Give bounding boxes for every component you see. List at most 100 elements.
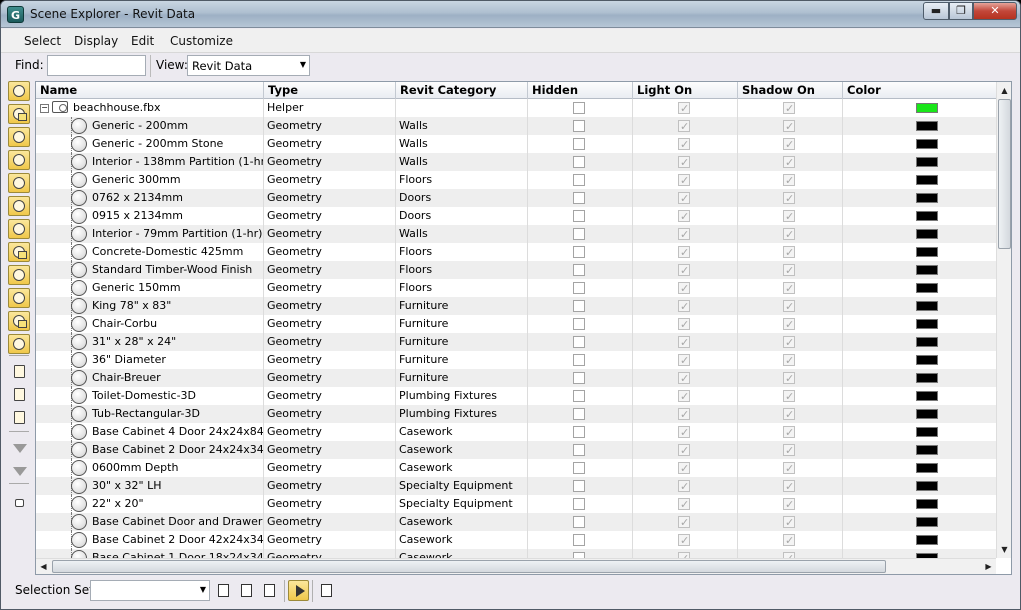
display-none-button[interactable] — [8, 81, 30, 101]
object-name[interactable]: 0915 x 2134mm — [92, 207, 183, 225]
color-swatch[interactable] — [916, 103, 938, 113]
color-swatch[interactable] — [916, 157, 938, 167]
shadow-on-checkbox[interactable] — [783, 406, 795, 423]
collapse-icon[interactable]: − — [40, 104, 49, 113]
object-name[interactable]: Base Cabinet 4 Door 24x24x84 — [92, 423, 263, 441]
hidden-checkbox[interactable] — [573, 282, 585, 294]
hidden-checkbox[interactable] — [573, 318, 585, 330]
color-swatch[interactable] — [916, 409, 938, 419]
remove-selection-set-button[interactable] — [259, 580, 280, 601]
hidden-checkbox[interactable] — [573, 300, 585, 312]
display-particles-button[interactable] — [8, 311, 30, 331]
object-name[interactable]: Interior - 79mm Partition (1-hr) — [92, 225, 262, 243]
display-lights-button[interactable] — [8, 150, 30, 170]
table-row[interactable]: 0762 x 2134mm Geometry Doors — [36, 189, 996, 207]
color-swatch[interactable] — [916, 373, 938, 383]
horizontal-scrollbar[interactable]: ◀ ▶ — [36, 558, 996, 574]
hidden-checkbox[interactable] — [573, 408, 585, 420]
display-helpers-button[interactable] — [8, 196, 30, 216]
light-on-checkbox[interactable] — [678, 172, 690, 189]
color-swatch[interactable] — [916, 265, 938, 275]
color-swatch[interactable] — [916, 337, 938, 347]
table-row[interactable]: Generic 150mm Geometry Floors — [36, 279, 996, 297]
hidden-checkbox[interactable] — [573, 120, 585, 132]
scroll-down-icon[interactable]: ▼ — [997, 541, 1011, 558]
column-header-color[interactable]: Color — [843, 82, 996, 99]
vertical-scroll-thumb[interactable] — [998, 99, 1011, 249]
table-row[interactable]: Base Cabinet 2 Door 24x24x34 Geometry Case… — [36, 441, 996, 459]
table-row[interactable]: 0915 x 2134mm Geometry Doors — [36, 207, 996, 225]
hidden-checkbox[interactable] — [573, 354, 585, 366]
column-header-type[interactable]: Type — [264, 82, 396, 99]
hidden-checkbox[interactable] — [573, 264, 585, 276]
shadow-on-checkbox[interactable] — [783, 208, 795, 225]
shadow-on-checkbox[interactable] — [783, 280, 795, 297]
hidden-checkbox[interactable] — [573, 516, 585, 528]
title-bar[interactable]: G Scene Explorer - Revit Data ▬ ❐ ✕ — [1, 1, 1020, 28]
close-button[interactable]: ✕ — [973, 2, 1017, 20]
display-bones-button[interactable] — [8, 265, 30, 285]
table-row[interactable]: Base Cabinet Door and Drawer 1...Geometr… — [36, 513, 996, 531]
shadow-on-checkbox[interactable] — [783, 334, 795, 351]
menu-edit[interactable]: Edit — [131, 34, 154, 48]
color-swatch[interactable] — [916, 247, 938, 257]
column-header-name[interactable]: Name — [36, 82, 264, 99]
menu-customize[interactable]: Customize — [170, 34, 233, 48]
table-row[interactable]: Concrete-Domestic 425mm Geometry Floors — [36, 243, 996, 261]
shadow-on-checkbox[interactable] — [783, 172, 795, 189]
color-swatch[interactable] — [916, 319, 938, 329]
scroll-left-icon[interactable]: ◀ — [36, 559, 51, 574]
hidden-checkbox[interactable] — [573, 336, 585, 348]
color-swatch[interactable] — [916, 283, 938, 293]
shadow-on-checkbox[interactable] — [783, 262, 795, 279]
shadow-on-checkbox[interactable] — [783, 424, 795, 441]
shadow-on-checkbox[interactable] — [783, 298, 795, 315]
select-invert-button[interactable] — [8, 408, 30, 428]
shadow-on-checkbox[interactable] — [783, 244, 795, 261]
hidden-checkbox[interactable] — [573, 156, 585, 168]
light-on-checkbox[interactable] — [678, 352, 690, 369]
color-swatch[interactable] — [916, 427, 938, 437]
hidden-checkbox[interactable] — [573, 444, 585, 456]
shadow-on-checkbox[interactable] — [783, 532, 795, 549]
light-on-checkbox[interactable] — [678, 460, 690, 477]
color-swatch[interactable] — [916, 535, 938, 545]
object-name[interactable]: 31" x 28" x 24" — [92, 333, 176, 351]
hidden-checkbox[interactable] — [573, 192, 585, 204]
select-none-button[interactable] — [8, 385, 30, 405]
column-header-shadow-on[interactable]: Shadow On — [738, 82, 843, 99]
color-swatch[interactable] — [916, 517, 938, 527]
shadow-on-checkbox[interactable] — [783, 190, 795, 207]
shadow-on-checkbox[interactable] — [783, 442, 795, 459]
light-on-checkbox[interactable] — [678, 442, 690, 459]
table-row[interactable]: Interior - 138mm Partition (1-hr) Geometr… — [36, 153, 996, 171]
table-row[interactable]: Chair-Breuer Geometry Furniture — [36, 369, 996, 387]
light-on-checkbox[interactable] — [678, 532, 690, 549]
display-groups-button[interactable] — [8, 242, 30, 262]
color-swatch[interactable] — [916, 499, 938, 509]
object-name[interactable]: Base Cabinet 2 Door 24x24x34 — [92, 441, 263, 459]
display-xrefs-button[interactable] — [8, 288, 30, 308]
shadow-on-checkbox[interactable] — [783, 226, 795, 243]
display-spacewarps-button[interactable] — [8, 219, 30, 239]
hidden-checkbox[interactable] — [573, 210, 585, 222]
light-on-checkbox[interactable] — [678, 226, 690, 243]
light-on-checkbox[interactable] — [678, 496, 690, 513]
light-on-checkbox[interactable] — [678, 208, 690, 225]
column-header-hidden[interactable]: Hidden — [528, 82, 633, 99]
object-name[interactable]: beachhouse.fbx — [73, 99, 161, 117]
shadow-on-checkbox[interactable] — [783, 370, 795, 387]
object-name[interactable]: Chair-Corbu — [92, 315, 157, 333]
table-row[interactable]: Toilet-Domestic-3D Geometry Plumbing Fixtu… — [36, 387, 996, 405]
object-name[interactable]: Interior - 138mm Partition (1-hr) — [92, 153, 263, 171]
scroll-right-icon[interactable]: ▶ — [981, 559, 996, 574]
object-name[interactable]: 0762 x 2134mm — [92, 189, 183, 207]
shadow-on-checkbox[interactable] — [783, 100, 795, 117]
color-swatch[interactable] — [916, 391, 938, 401]
object-name[interactable]: 0600mm Depth — [92, 459, 178, 477]
table-row[interactable]: Tub-Rectangular-3D Geometry Plumbing Fixtu… — [36, 405, 996, 423]
color-swatch[interactable] — [916, 211, 938, 221]
menu-select[interactable]: Select — [24, 34, 61, 48]
table-row[interactable]: Interior - 79mm Partition (1-hr) Geometry… — [36, 225, 996, 243]
color-swatch[interactable] — [916, 121, 938, 131]
